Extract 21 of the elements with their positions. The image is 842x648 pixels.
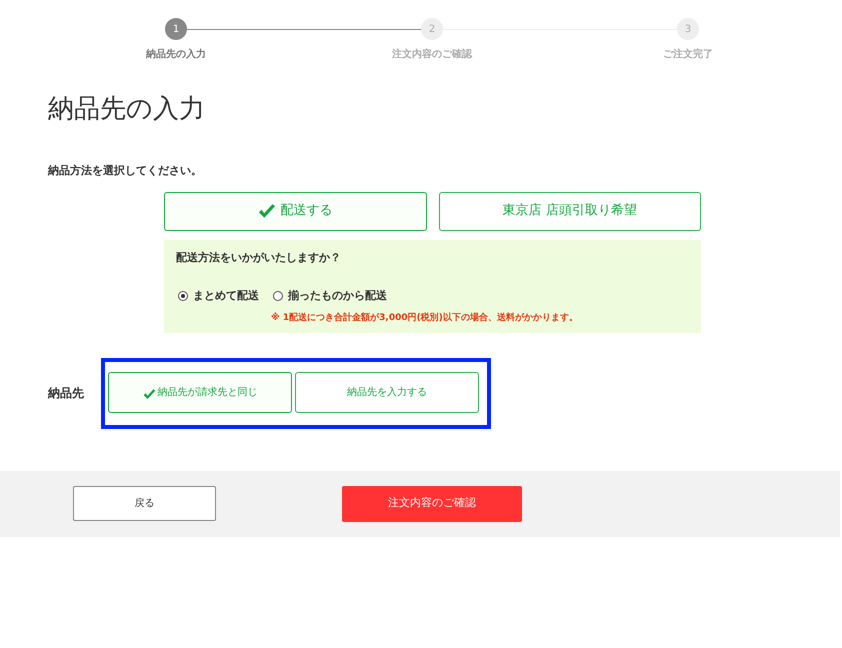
step-label: ご注文完了 bbox=[663, 47, 713, 62]
delivery-prompt: 納品方法を選択してください。 bbox=[48, 163, 203, 179]
step-label: 注文内容のご確認 bbox=[392, 47, 472, 62]
shipping-radio[interactable]: まとめて配送 bbox=[178, 288, 259, 304]
check-icon bbox=[258, 204, 276, 218]
destination-option-button[interactable]: 納品先が請求先と同じ bbox=[108, 372, 292, 412]
delivery-option-button[interactable]: 配送する bbox=[164, 192, 426, 230]
page-title: 納品先の入力 bbox=[48, 93, 206, 126]
back-button[interactable]: 戻る bbox=[73, 486, 216, 521]
step-number: 1 bbox=[165, 18, 187, 40]
destination-option-button[interactable]: 納品先を入力する bbox=[295, 372, 479, 412]
delivery-option-button[interactable]: 東京店 店頭引取り希望 bbox=[438, 192, 701, 230]
step-number: 2 bbox=[421, 18, 443, 40]
shipping-fee-note: ※ 1配送につき合計金額が3,000円(税別)以下の場合、送料がかかります。 bbox=[271, 312, 579, 324]
step-number: 3 bbox=[677, 18, 699, 40]
destination-label: 納品先 bbox=[48, 385, 85, 402]
check-icon bbox=[142, 388, 156, 400]
shipping-question: 配送方法をいかがいたしますか？ bbox=[176, 250, 342, 266]
step-label: 納品先の入力 bbox=[146, 48, 206, 62]
confirm-button[interactable]: 注文内容のご確認 bbox=[342, 486, 522, 522]
shipping-radio[interactable]: 揃ったものから配送 bbox=[273, 288, 387, 304]
